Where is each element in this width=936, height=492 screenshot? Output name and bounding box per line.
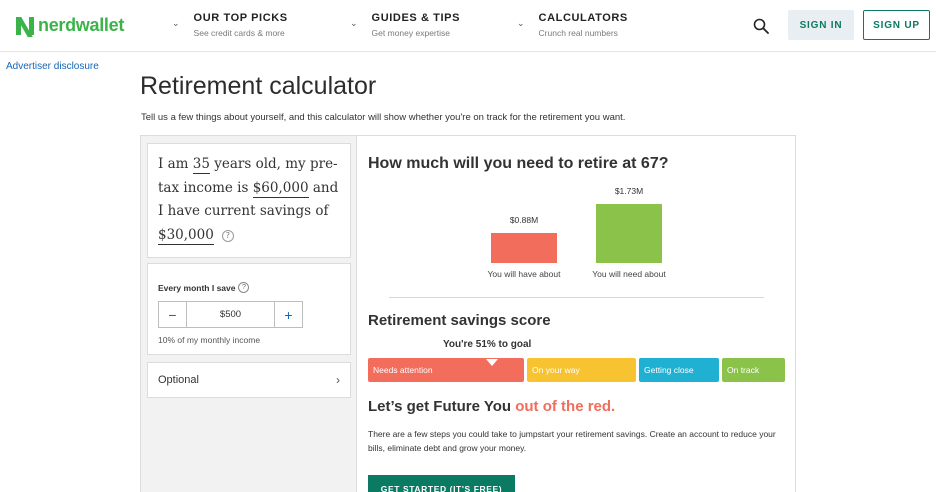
nav-calculators-title: CALCULATORS [538, 12, 628, 24]
need-label: You will need about [592, 269, 666, 279]
score-segment-getting-close: Getting close [639, 358, 719, 382]
score-pointer-icon [486, 359, 498, 366]
get-started-button[interactable]: GET STARTED (IT'S FREE) [368, 475, 515, 492]
sign-in-button[interactable]: SIGN IN [788, 10, 854, 40]
optional-section-toggle[interactable]: Optional › [147, 362, 351, 398]
nav-top-picks-title: OUR TOP PICKS [193, 12, 288, 24]
future-you-title: Let’s get Future You out of the red. [368, 398, 615, 415]
score-segment-on-your-way: On your way [527, 358, 636, 382]
increase-button[interactable]: + [274, 302, 302, 327]
have-bar [491, 233, 557, 263]
nav-top-picks-subtitle: See credit cards & more [193, 28, 285, 38]
nav-guides[interactable]: ⌄ GUIDES & TIPS Get money expertise [350, 12, 460, 38]
chevron-right-icon: › [336, 373, 340, 387]
nav-top-picks[interactable]: ⌄ OUR TOP PICKS See credit cards & more [172, 12, 288, 38]
need-value: $1.73M [614, 186, 644, 196]
decrease-button[interactable]: − [159, 302, 187, 327]
help-icon[interactable]: ? [238, 282, 250, 293]
divider [389, 297, 764, 298]
income-input[interactable]: $60,000 [252, 179, 309, 198]
help-icon[interactable]: ? [221, 229, 234, 242]
chevron-down-icon: ⌄ [350, 18, 358, 28]
income-percent-note: 10% of my monthly income [158, 335, 261, 345]
sentence-text: I am [158, 156, 193, 172]
score-segment-on-track: On track [722, 358, 785, 382]
nav-calculators[interactable]: ⌄ CALCULATORS Crunch real numbers [517, 12, 628, 38]
sign-up-button[interactable]: SIGN UP [863, 10, 930, 40]
search-icon[interactable] [753, 18, 769, 34]
score-title: Retirement savings score [368, 312, 551, 329]
inputs-panel: I am 35 years old, my pre-tax income is … [141, 136, 357, 492]
logo-mark-icon [16, 16, 34, 37]
retirement-calculator: I am 35 years old, my pre-tax income is … [140, 135, 796, 492]
intro-text: Tell us a few things about yourself, and… [141, 112, 626, 123]
monthly-savings-label: Every month I save ? [158, 282, 340, 293]
have-value: $0.88M [509, 215, 539, 225]
optional-label: Optional [158, 374, 199, 386]
nav-guides-title: GUIDES & TIPS [371, 12, 461, 24]
future-you-body: There are a few steps you could take to … [368, 429, 776, 453]
advertiser-disclosure-link[interactable]: Advertiser disclosure [6, 61, 99, 72]
score-goal: You're 51% to goal [443, 339, 532, 350]
savings-input[interactable]: $30,000 [158, 226, 214, 245]
score-segment-needs-attention: Needs attention [368, 358, 524, 382]
nav-calculators-subtitle: Crunch real numbers [538, 28, 618, 38]
about-you-sentence: I am 35 years old, my pre-tax income is … [158, 153, 340, 247]
chevron-down-icon: ⌄ [517, 18, 525, 28]
monthly-savings-field[interactable]: $500 [187, 302, 274, 327]
monthly-savings-stepper: − $500 + [158, 301, 303, 328]
future-title-highlight: out of the red. [515, 398, 616, 415]
monthly-savings-card: Every month I save ? − $500 + 10% of my … [147, 263, 351, 355]
have-label: You will have about [487, 269, 561, 279]
logo-text: nerdwallet [38, 15, 125, 35]
future-title-text: Let’s get Future You [368, 398, 516, 415]
age-input[interactable]: 35 [192, 156, 210, 174]
chevron-down-icon: ⌄ [172, 18, 180, 28]
nav-guides-subtitle: Get money expertise [371, 28, 450, 38]
monthly-savings-label-text: Every month I save [158, 282, 236, 293]
nerdwallet-logo[interactable]: nerdwallet [16, 15, 125, 37]
results-question: How much will you need to retire at 67? [368, 155, 669, 172]
need-bar [596, 204, 662, 263]
page-title: Retirement calculator [140, 72, 377, 100]
about-you-card: I am 35 years old, my pre-tax income is … [147, 143, 351, 258]
site-header: nerdwallet ⌄ OUR TOP PICKS See credit ca… [0, 0, 936, 52]
